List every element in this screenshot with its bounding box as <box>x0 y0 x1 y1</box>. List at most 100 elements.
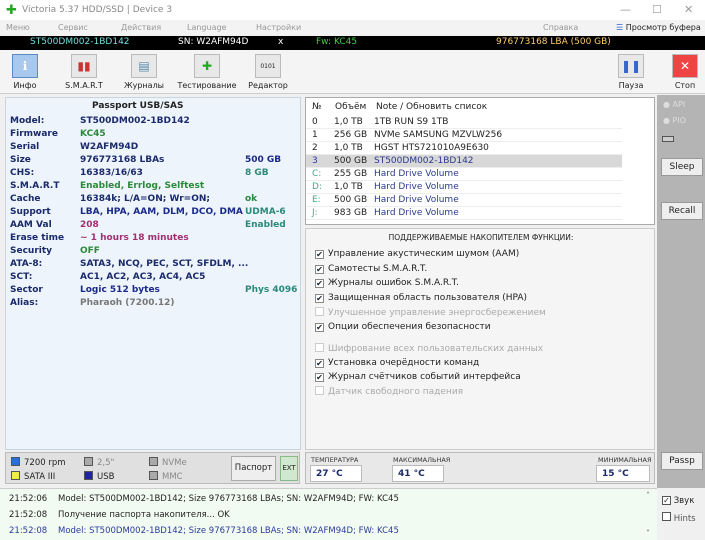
menu-help[interactable]: Справка <box>543 23 578 32</box>
feature-checkbox[interactable]: Улучшенное управление энергосбережением <box>315 307 546 318</box>
log-panel[interactable]: 21:52:06 Model: ST500DM002-1BD142; Size 9… <box>0 488 657 540</box>
menu-actions[interactable]: Действия <box>121 23 161 32</box>
feature-checkbox[interactable]: ✔ Опции обеспечения безопасности <box>315 322 491 332</box>
col-note[interactable]: Note / Обновить список <box>376 102 487 112</box>
feature-checkbox[interactable]: Шифрование всех пользовательских данных <box>315 343 543 354</box>
menu-main[interactable]: Меню <box>6 23 30 32</box>
sleep-button[interactable]: Sleep <box>661 158 703 176</box>
passport-key: Security <box>10 246 53 256</box>
feature-checkbox[interactable]: Датчик свободного падения <box>315 386 463 397</box>
feature-checkbox[interactable]: ✔ Установка очерёдности команд <box>315 358 479 368</box>
tab-testing[interactable]: ✚ Тестирование <box>176 54 238 90</box>
minimize-button[interactable]: — <box>620 3 631 16</box>
stop-label: Стоп <box>674 81 696 90</box>
binary-editor-icon: 0101 <box>255 54 281 78</box>
api-radio[interactable]: ● API <box>663 100 685 109</box>
drive-row[interactable]: 2 1,0 TB HGST HTS721010A9E630 <box>306 142 622 155</box>
tab-editor[interactable]: 0101 Редактор <box>246 54 290 90</box>
passport-key: Firmware <box>10 129 58 139</box>
drive-row[interactable]: D: 1,0 TB Hard Drive Volume <box>306 181 622 194</box>
ext-button[interactable]: EXT <box>280 456 298 481</box>
log-entry: 21:52:08 Model: ST500DM002-1BD142; Size 9… <box>9 526 399 536</box>
log-time: 21:52:06 <box>9 494 48 504</box>
feature-label: Опции обеспечения безопасности <box>328 322 491 332</box>
recall-button[interactable]: Recall <box>661 202 703 220</box>
drive-list[interactable]: № Объём Note / Обновить список 0 1,0 TB 1T… <box>305 97 655 225</box>
feature-checkbox[interactable]: ✔ Защищенная область пользователя (HPA) <box>315 293 527 303</box>
passp-button[interactable]: Passp <box>661 452 703 470</box>
tab-logs-label: Журналы <box>124 81 164 90</box>
passport-value: 208 <box>80 220 99 230</box>
menu-bar: Меню Сервис Действия Language Настройки … <box>0 20 705 35</box>
menu-language[interactable]: Language <box>187 23 226 32</box>
menu-service[interactable]: Сервис <box>58 23 88 32</box>
temp-min-value: 15 °C <box>596 465 650 482</box>
scroll-up-icon[interactable]: ˄ <box>646 491 650 500</box>
pio-radio[interactable]: ● PIO <box>663 116 686 125</box>
passport-extra: Enabled <box>245 220 286 230</box>
drive-number: J: <box>312 208 318 218</box>
drive-row[interactable]: J: 983 GB Hard Drive Volume <box>306 207 622 220</box>
drive-row[interactable]: 0 1,0 TB 1TB RUN S9 1TB <box>306 116 622 129</box>
check-icon: ✔ <box>315 265 324 274</box>
passport-value: KC45 <box>80 129 106 139</box>
hints-checkbox[interactable]: Hints <box>662 512 696 524</box>
passport-key: AAM Val <box>10 220 52 230</box>
feature-label: Датчик свободного падения <box>328 387 464 397</box>
tab-editor-label: Редактор <box>248 81 288 90</box>
device-close[interactable]: x <box>278 37 283 47</box>
menu-settings[interactable]: Настройки <box>256 23 301 32</box>
drive-size: 500 GB <box>334 156 368 166</box>
drive-row[interactable]: 1 256 GB NVMe SAMSUNG MZVLW256 <box>306 129 622 142</box>
passport-extra: UDMA-6 <box>245 207 286 217</box>
close-button[interactable]: ✕ <box>684 3 693 16</box>
rpm-indicator: 7200 rpm <box>11 457 66 468</box>
feature-label: Защищенная область пользователя (HPA) <box>328 293 528 303</box>
drive-note: HGST HTS721010A9E630 <box>374 143 489 153</box>
feature-checkbox[interactable]: ✔ Управление акустическим шумом (AAM) <box>315 249 519 259</box>
passport-value: ~ 1 hours 18 minutes <box>80 233 189 243</box>
feature-label: Управление акустическим шумом (AAM) <box>328 249 520 259</box>
drive-size: 1,0 TB <box>334 143 363 153</box>
passport-button[interactable]: Паспорт <box>231 456 276 481</box>
drive-row[interactable]: C: 255 GB Hard Drive Volume <box>306 168 622 181</box>
menu-buffer-view[interactable]: ☰ Просмотр буфера <box>616 23 701 32</box>
passport-extra: Phys 4096 <box>245 285 298 295</box>
temperature-panel: ТЕМПЕРАТУРА 27 °C МАКСИМАЛЬНАЯ 41 °C МИН… <box>305 452 655 484</box>
drive-row[interactable]: 3 500 GB ST500DM002-1BD142 <box>306 155 622 168</box>
stop-icon: ✕ <box>672 54 698 78</box>
feature-label: Шифрование всех пользовательских данных <box>328 344 544 354</box>
drive-size: 256 GB <box>334 130 368 140</box>
sound-label: Звук <box>673 496 695 506</box>
drive-number: 2 <box>312 143 318 153</box>
stop-button[interactable]: ✕ Стоп <box>670 54 700 90</box>
passport-header: Passport USB/SAS <box>92 101 184 111</box>
tab-info-label: Инфо <box>13 81 37 90</box>
indicator-led <box>662 136 674 142</box>
scroll-down-icon[interactable]: ˅ <box>646 529 650 538</box>
passport-value: Enabled, Errlog, Selftest <box>80 181 205 191</box>
tab-info[interactable]: ℹ Инфо <box>8 54 42 90</box>
feature-checkbox[interactable]: ✔ Самотесты S.M.A.R.T. <box>315 264 427 274</box>
log-entry: 21:52:06 Model: ST500DM002-1BD142; Size 9… <box>9 494 399 504</box>
temp-current-value: 27 °C <box>310 465 362 482</box>
drive-size: 983 GB <box>334 208 368 218</box>
app-logo-icon: ✚ <box>6 3 17 18</box>
usb-indicator: USB <box>84 471 114 482</box>
tab-logs[interactable]: ▤ Журналы <box>122 54 166 90</box>
col-size[interactable]: Объём <box>335 102 366 112</box>
drive-note: NVMe SAMSUNG MZVLW256 <box>374 130 503 140</box>
tab-smart[interactable]: ▮▮ S.M.A.R.T <box>62 54 106 90</box>
feature-checkbox[interactable]: ✔ Журнал счётчиков событий интерфейса <box>315 372 521 382</box>
passport-extra: 8 GB <box>245 168 269 178</box>
temp-max-value: 41 °C <box>392 465 444 482</box>
sound-checkbox[interactable]: ✓ Звук <box>662 496 694 506</box>
device-model: ST500DM002-1BD142 <box>30 37 130 47</box>
drive-number: 1 <box>312 130 318 140</box>
pause-button[interactable]: ❚❚ Пауза <box>616 54 646 90</box>
maximize-button[interactable]: ☐ <box>652 3 662 16</box>
feature-checkbox[interactable]: ✔ Журналы ошибок S.M.A.R.T. <box>315 278 459 288</box>
col-number[interactable]: № <box>312 102 321 112</box>
pause-label: Пауза <box>618 81 644 90</box>
drive-row[interactable]: E: 500 GB Hard Drive Volume <box>306 194 622 207</box>
